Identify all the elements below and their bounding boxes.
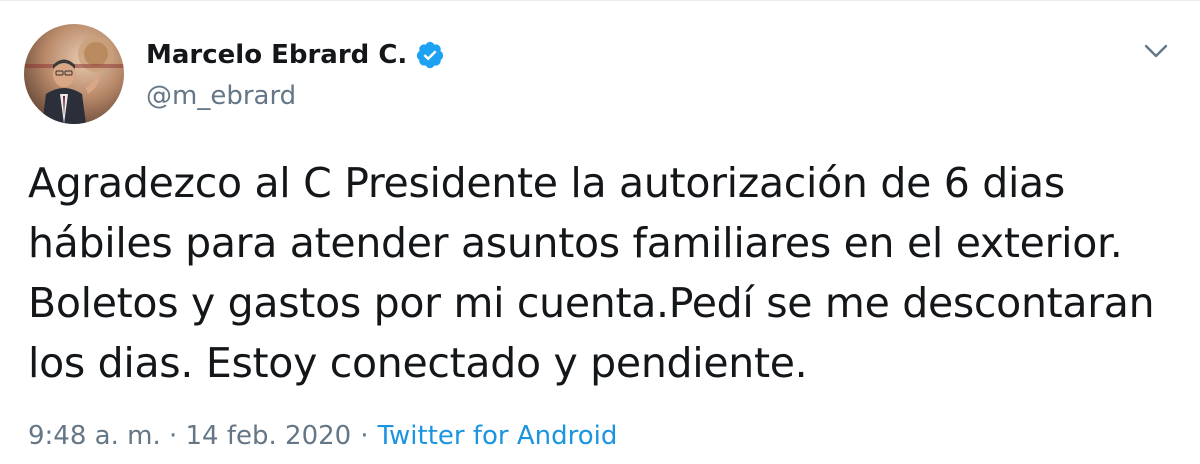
tweet-text-line: Agradezco al C Presidente la autorizació… xyxy=(28,159,1065,207)
chevron-down-icon[interactable] xyxy=(1142,39,1170,63)
tweet-meta: 9:48 a. m. · 14 feb. 2020 · Twitter for … xyxy=(28,419,617,453)
author-handle[interactable]: @m_ebrard xyxy=(146,79,296,113)
tweet-timestamp[interactable]: 9:48 a. m. · 14 feb. 2020 xyxy=(28,419,351,453)
author-name-row[interactable]: Marcelo Ebrard C. xyxy=(146,38,445,72)
tweet-card[interactable]: Marcelo Ebrard C. @m_ebrard Agradezco al… xyxy=(0,0,1200,464)
meta-separator: · xyxy=(360,421,369,451)
tweet-text-line: Boletos y gastos por mi cuenta.Pedí se m… xyxy=(28,279,1155,327)
avatar[interactable] xyxy=(24,24,124,124)
avatar-image xyxy=(24,24,124,124)
verified-badge-icon xyxy=(415,40,445,70)
author-name[interactable]: Marcelo Ebrard C. xyxy=(146,38,407,72)
tweet-text: Agradezco al C Presidente la autorizació… xyxy=(28,153,1178,393)
tweet-source-link[interactable]: Twitter for Android xyxy=(377,419,617,453)
tweet-text-line: hábiles para atender asuntos familiares … xyxy=(28,219,1123,267)
tweet-text-line: los dias. Estoy conectado y pendiente. xyxy=(28,339,808,387)
